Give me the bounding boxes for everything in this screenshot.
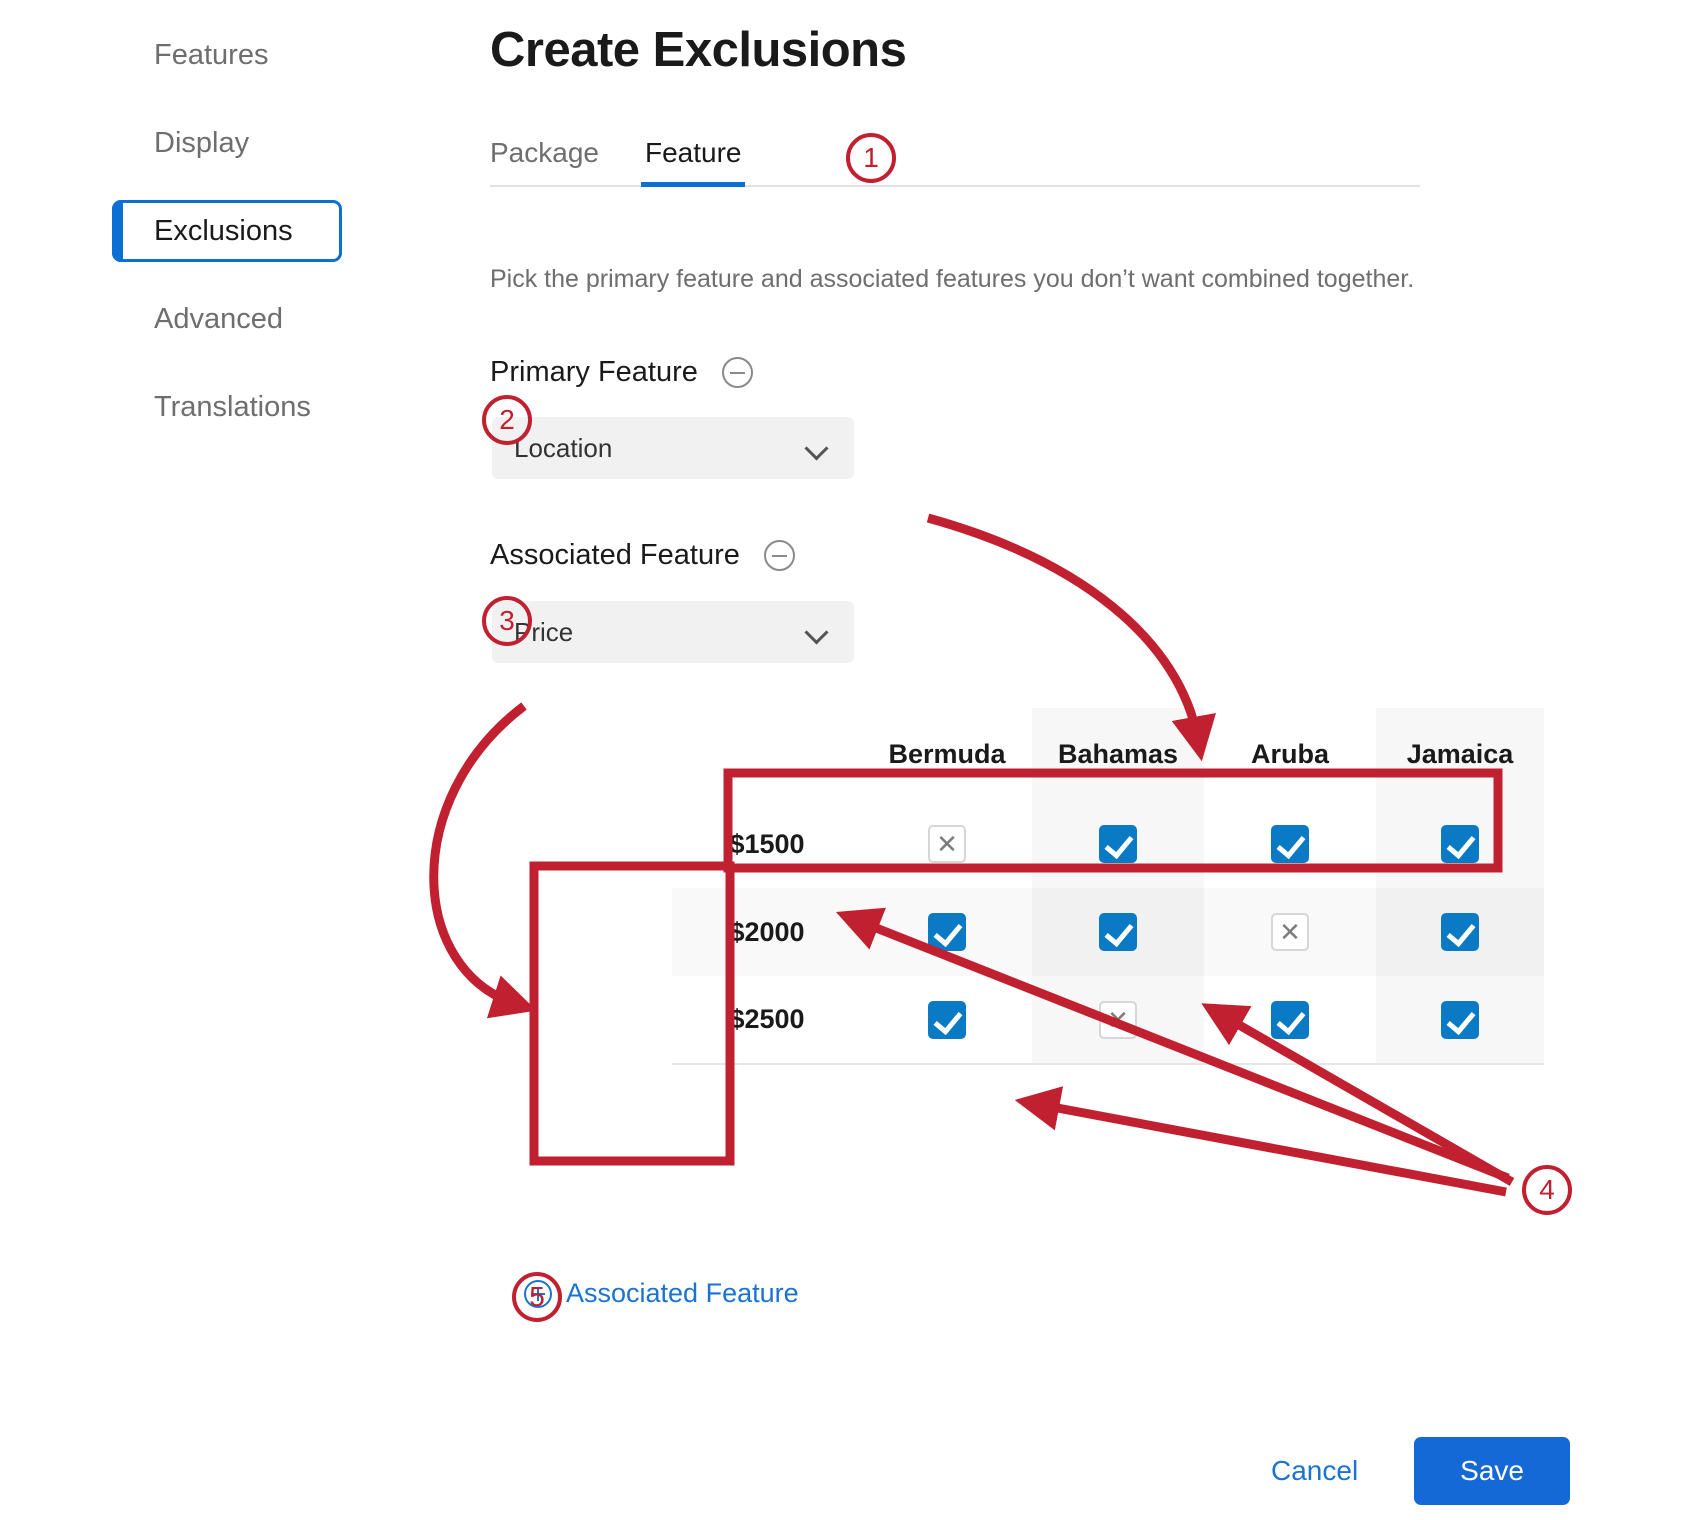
- callout-4: 4: [1522, 1165, 1572, 1215]
- exclusion-matrix-table: Bermuda Bahamas Aruba Jamaica $1500 ✕ $2…: [672, 708, 1544, 1065]
- associated-feature-label: Associated Feature: [490, 539, 740, 572]
- cell-1500-bahamas[interactable]: [1032, 800, 1204, 888]
- callout-3: 3: [482, 596, 532, 646]
- cell-2500-bermuda[interactable]: [862, 976, 1032, 1064]
- chevron-down-icon: [806, 437, 828, 459]
- save-button[interactable]: Save: [1414, 1437, 1570, 1505]
- corner-cell: [672, 708, 862, 800]
- sidebar-item-exclusions[interactable]: Exclusions: [112, 200, 342, 262]
- add-associated-feature-button[interactable]: Associated Feature: [524, 1278, 799, 1309]
- row-label-2500: $2500: [672, 976, 862, 1064]
- minus-circle-icon[interactable]: [722, 357, 753, 388]
- checkbox-checked-icon[interactable]: [1441, 1001, 1479, 1039]
- checkbox-checked-icon[interactable]: [1099, 913, 1137, 951]
- primary-feature-select[interactable]: Location: [492, 417, 854, 479]
- checkbox-checked-icon[interactable]: [1441, 913, 1479, 951]
- tab-package[interactable]: Package: [490, 137, 599, 187]
- callout-2: 2: [482, 395, 532, 445]
- callout-1: 1: [846, 133, 896, 183]
- close-x-icon[interactable]: ✕: [1271, 913, 1309, 951]
- cancel-button[interactable]: Cancel: [1265, 1454, 1364, 1488]
- tab-bar: Package Feature: [490, 125, 1490, 187]
- sidebar-item-label: Features: [154, 39, 268, 72]
- section-description: Pick the primary feature and associated …: [490, 265, 1490, 294]
- checkbox-checked-icon[interactable]: [1271, 825, 1309, 863]
- sidebar-item-label: Advanced: [154, 303, 283, 336]
- cell-2500-aruba[interactable]: [1204, 976, 1376, 1064]
- annotation-arrow-x-bahamas-2500: [1036, 1104, 1506, 1192]
- associated-feature-select[interactable]: Price: [492, 601, 854, 663]
- sidebar-item-label: Exclusions: [154, 215, 293, 248]
- table-header-row: Bermuda Bahamas Aruba Jamaica: [672, 708, 1544, 800]
- sidebar-item-label: Display: [154, 127, 249, 160]
- table-row: $2000 ✕: [672, 888, 1544, 976]
- column-header-aruba: Aruba: [1204, 708, 1376, 800]
- add-associated-feature-label: Associated Feature: [566, 1278, 799, 1309]
- checkbox-checked-icon[interactable]: [928, 913, 966, 951]
- table-row: $2500 ✕: [672, 976, 1544, 1064]
- cell-2500-jamaica[interactable]: [1376, 976, 1544, 1064]
- tab-feature[interactable]: Feature: [645, 137, 742, 187]
- tab-bar-divider: [490, 185, 1420, 187]
- cell-1500-jamaica[interactable]: [1376, 800, 1544, 888]
- close-x-icon[interactable]: ✕: [928, 825, 966, 863]
- main-content: Create Exclusions Package Feature Pick t…: [490, 0, 1490, 663]
- cell-2500-bahamas[interactable]: ✕: [1032, 976, 1204, 1064]
- row-label-1500: $1500: [672, 800, 862, 888]
- sidebar-item-label: Translations: [154, 391, 311, 424]
- cell-2000-bermuda[interactable]: [862, 888, 1032, 976]
- cell-2000-aruba[interactable]: ✕: [1204, 888, 1376, 976]
- sidebar-item-translations[interactable]: Translations: [112, 376, 342, 438]
- settings-sidebar: Features Display Exclusions Advanced Tra…: [112, 24, 342, 464]
- callout-5: 5: [512, 1272, 562, 1322]
- form-footer: Cancel Save: [1265, 1437, 1570, 1505]
- column-header-jamaica: Jamaica: [1376, 708, 1544, 800]
- primary-feature-label: Primary Feature: [490, 356, 698, 389]
- row-label-2000: $2000: [672, 888, 862, 976]
- column-header-bermuda: Bermuda: [862, 708, 1032, 800]
- cell-1500-bermuda[interactable]: ✕: [862, 800, 1032, 888]
- table-row: $1500 ✕: [672, 800, 1544, 888]
- page-title: Create Exclusions: [490, 22, 1490, 78]
- column-header-bahamas: Bahamas: [1032, 708, 1204, 800]
- sidebar-item-advanced[interactable]: Advanced: [112, 288, 342, 350]
- cell-1500-aruba[interactable]: [1204, 800, 1376, 888]
- sidebar-item-display[interactable]: Display: [112, 112, 342, 174]
- checkbox-checked-icon[interactable]: [928, 1001, 966, 1039]
- chevron-down-icon: [806, 621, 828, 643]
- create-exclusions-page: Features Display Exclusions Advanced Tra…: [0, 0, 1700, 1520]
- minus-circle-icon[interactable]: [764, 540, 795, 571]
- checkbox-checked-icon[interactable]: [1099, 825, 1137, 863]
- checkbox-checked-icon[interactable]: [1441, 825, 1479, 863]
- sidebar-item-features[interactable]: Features: [112, 24, 342, 86]
- close-x-icon[interactable]: ✕: [1099, 1001, 1137, 1039]
- associated-feature-heading: Associated Feature: [490, 539, 1490, 572]
- cell-2000-jamaica[interactable]: [1376, 888, 1544, 976]
- checkbox-checked-icon[interactable]: [1271, 1001, 1309, 1039]
- primary-feature-value: Location: [514, 433, 612, 464]
- annotation-arrow-associated-to-rows: [434, 706, 524, 1004]
- cell-2000-bahamas[interactable]: [1032, 888, 1204, 976]
- primary-feature-heading: Primary Feature: [490, 356, 1490, 389]
